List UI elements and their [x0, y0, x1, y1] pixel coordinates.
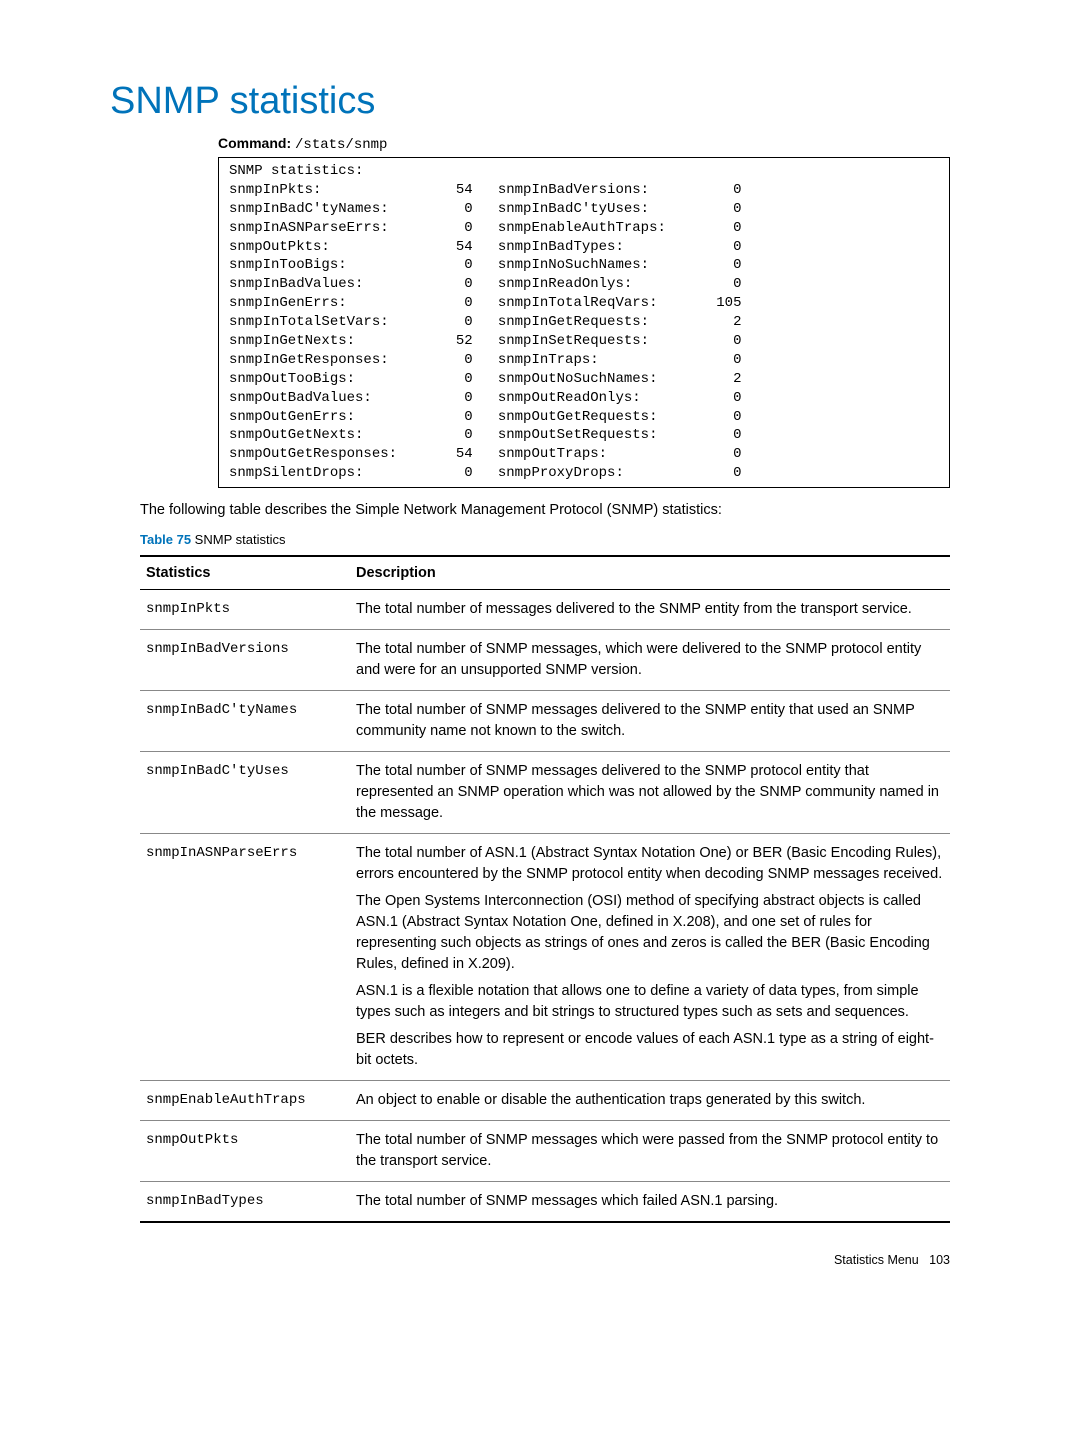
stat-name: snmpInBadTypes: [140, 1182, 350, 1223]
page-footer: Statistics Menu 103: [100, 1253, 950, 1267]
footer-page-number: 103: [929, 1253, 950, 1267]
stat-description: The total number of SNMP messages delive…: [350, 691, 950, 752]
command-line: Command: /stats/snmp: [218, 135, 980, 153]
stat-name: snmpEnableAuthTraps: [140, 1081, 350, 1121]
table-caption: Table 75 SNMP statistics: [140, 532, 980, 547]
intro-paragraph: The following table describes the Simple…: [140, 502, 950, 518]
page-title: SNMP statistics: [110, 80, 980, 123]
stat-description: An object to enable or disable the authe…: [350, 1081, 950, 1121]
stat-description: The total number of SNMP messages which …: [350, 1121, 950, 1182]
snmp-stats-table: Statistics Description snmpInPktsThe tot…: [140, 555, 950, 1223]
stat-name: snmpInBadC'tyUses: [140, 752, 350, 834]
footer-section: Statistics Menu: [834, 1253, 919, 1267]
stat-description: The total number of ASN.1 (Abstract Synt…: [350, 834, 950, 1081]
col-description: Description: [350, 556, 950, 590]
table-row: snmpInBadVersionsThe total number of SNM…: [140, 630, 950, 691]
table-row: snmpOutPktsThe total number of SNMP mess…: [140, 1121, 950, 1182]
col-statistics: Statistics: [140, 556, 350, 590]
stat-description: The total number of SNMP messages which …: [350, 1182, 950, 1223]
table-row: snmpInASNParseErrsThe total number of AS…: [140, 834, 950, 1081]
table-title: SNMP statistics: [191, 532, 285, 547]
stat-description: The total number of messages delivered t…: [350, 590, 950, 630]
command-label: Command:: [218, 135, 291, 151]
stat-name: snmpInPkts: [140, 590, 350, 630]
stat-description: The total number of SNMP messages, which…: [350, 630, 950, 691]
stat-name: snmpInBadC'tyNames: [140, 691, 350, 752]
stat-name: snmpInASNParseErrs: [140, 834, 350, 1081]
table-number: Table 75: [140, 532, 191, 547]
console-output: SNMP statistics: snmpInPkts: 54 snmpInBa…: [218, 157, 950, 488]
stat-description: The total number of SNMP messages delive…: [350, 752, 950, 834]
command-path: /stats/snmp: [295, 137, 387, 153]
table-row: snmpEnableAuthTrapsAn object to enable o…: [140, 1081, 950, 1121]
table-row: snmpInBadTypesThe total number of SNMP m…: [140, 1182, 950, 1223]
table-row: snmpInBadC'tyNamesThe total number of SN…: [140, 691, 950, 752]
stat-name: snmpOutPkts: [140, 1121, 350, 1182]
stat-name: snmpInBadVersions: [140, 630, 350, 691]
table-row: snmpInPktsThe total number of messages d…: [140, 590, 950, 630]
table-row: snmpInBadC'tyUsesThe total number of SNM…: [140, 752, 950, 834]
